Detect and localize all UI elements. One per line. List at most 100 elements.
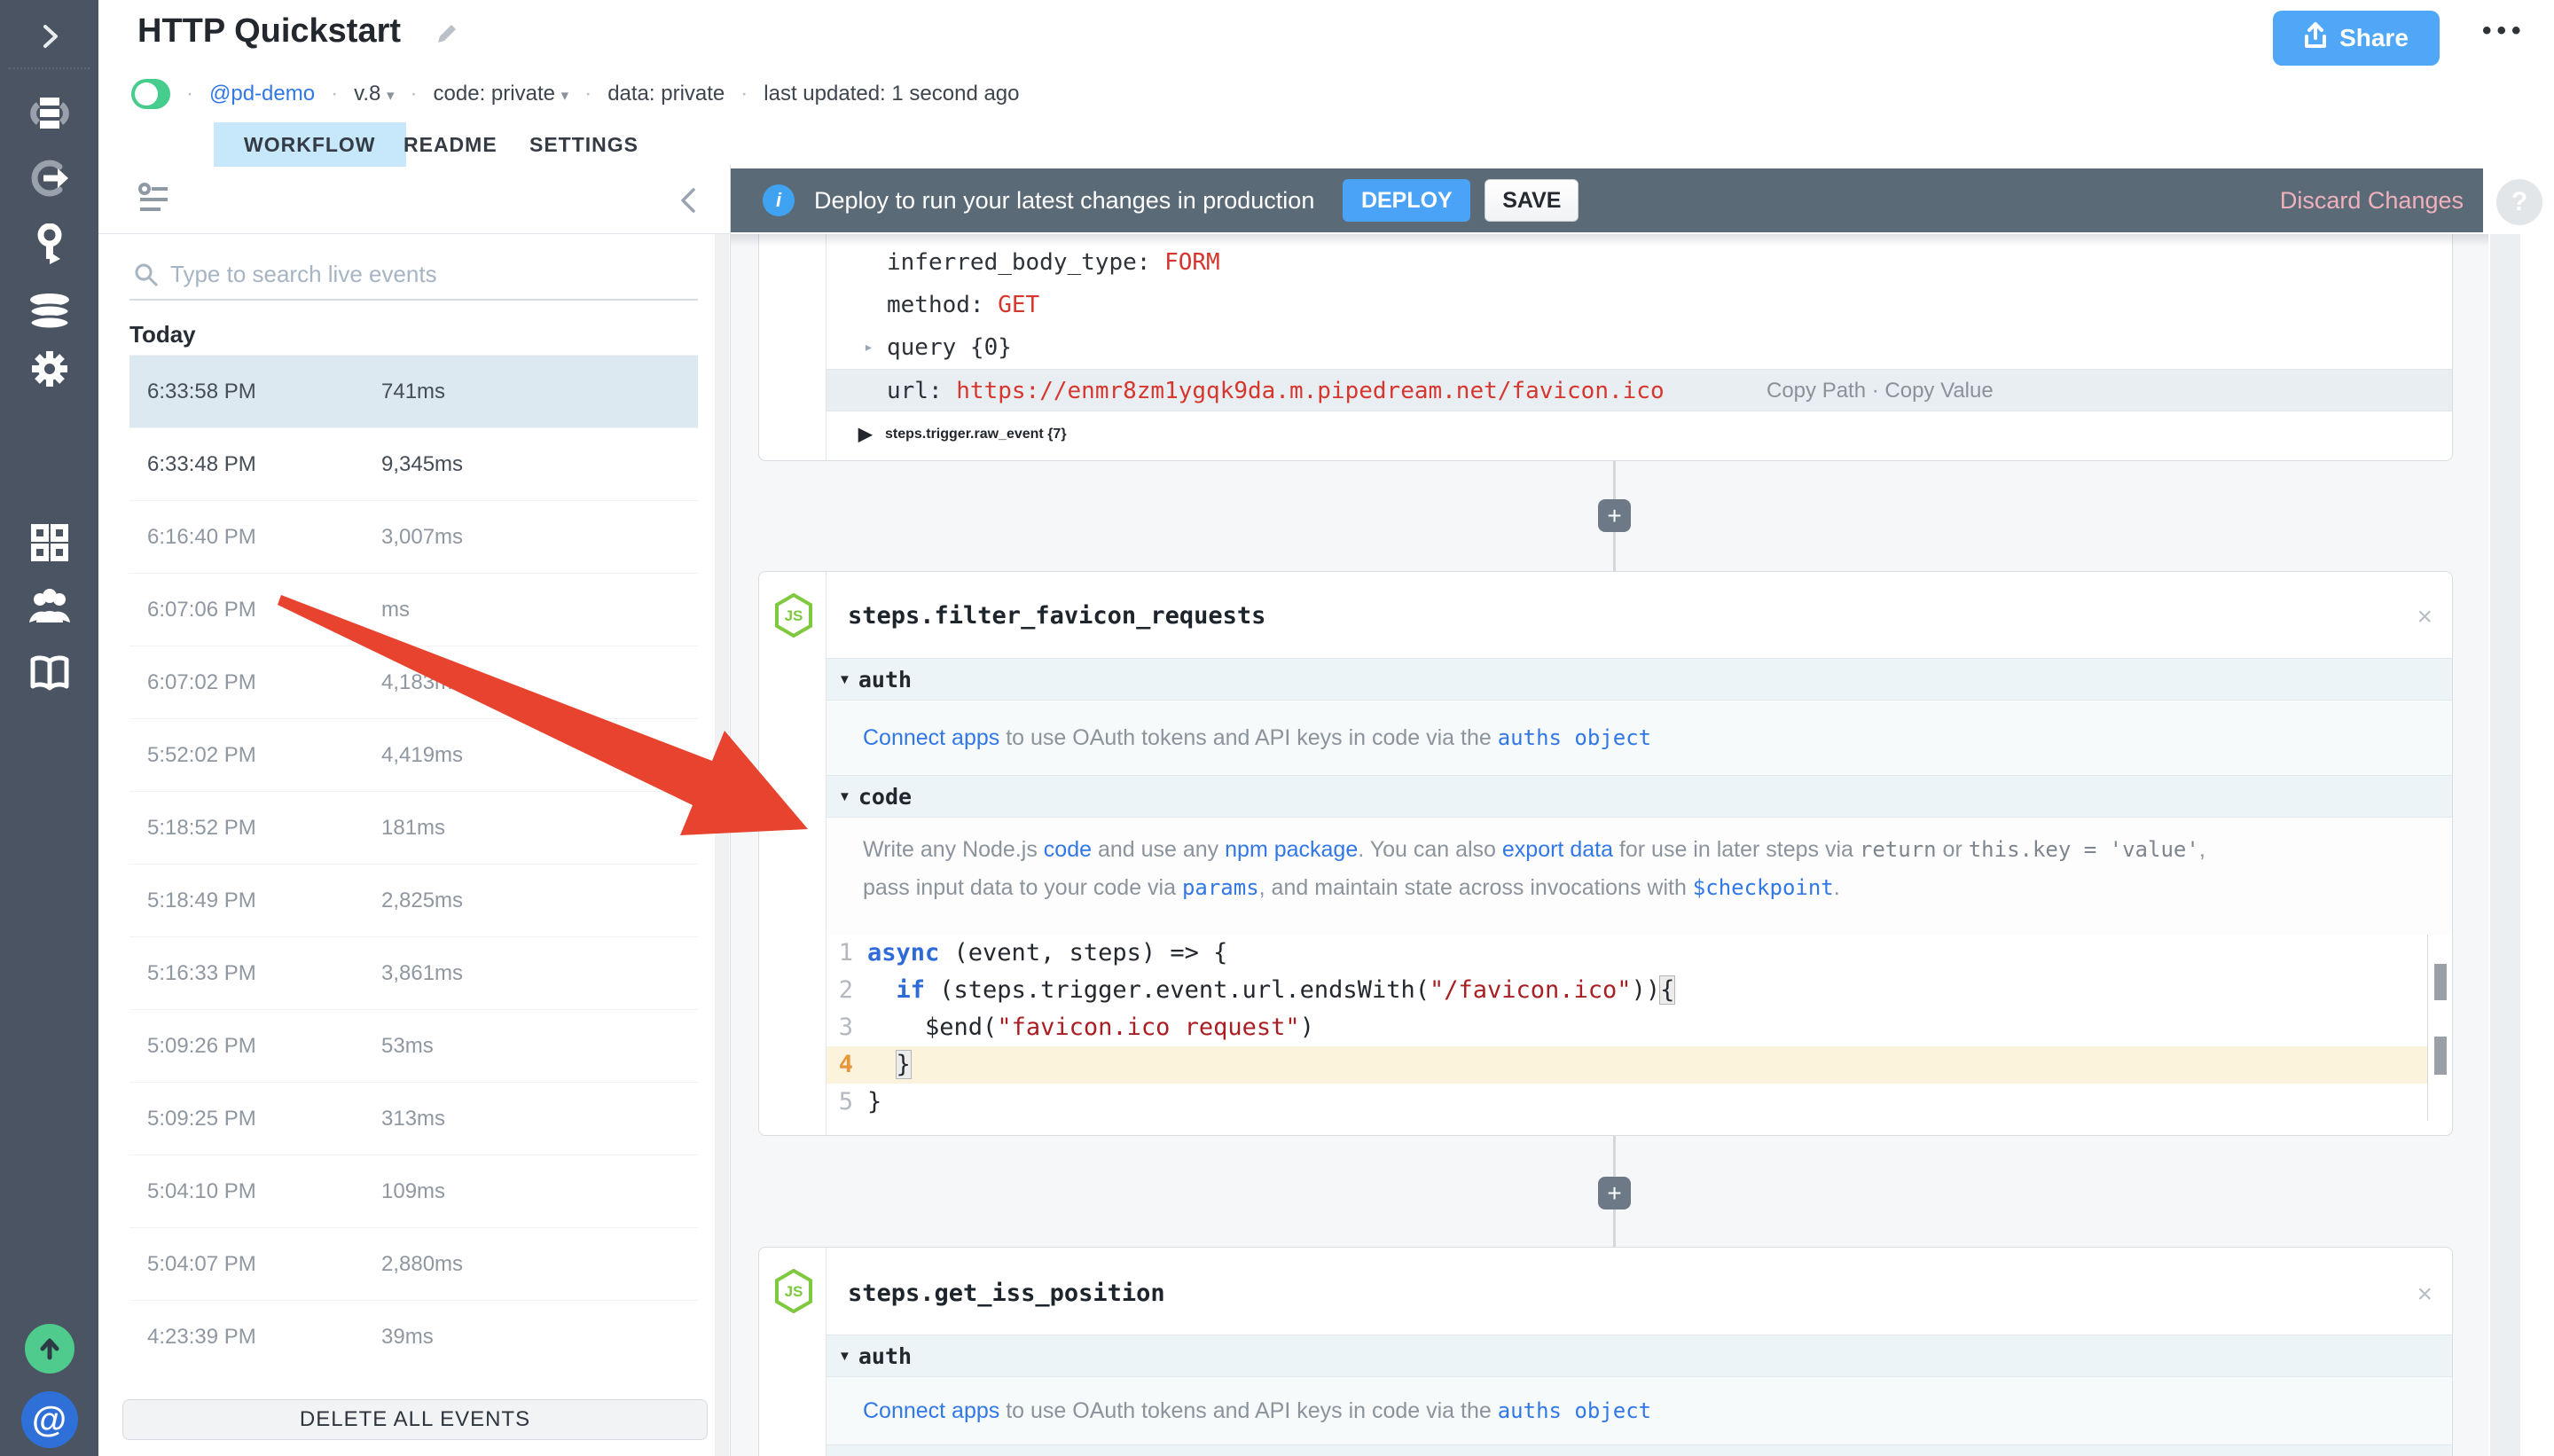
event-list-item[interactable]: 6:07:02 PM4,183ms — [129, 646, 698, 718]
people-icon[interactable] — [0, 589, 98, 624]
event-list-item[interactable]: 6:33:58 PM741ms — [129, 355, 698, 427]
close-icon[interactable]: × — [2417, 1281, 2433, 1308]
event-list-item[interactable]: 5:18:52 PM181ms — [129, 791, 698, 864]
result-row[interactable]: url: https://enmr8zm1ygqk9da.m.pipedream… — [827, 369, 2452, 411]
result-row[interactable]: ▸query {0} — [827, 326, 2452, 369]
event-list-item[interactable]: 5:09:26 PM53ms — [129, 1009, 698, 1082]
event-list: 6:33:58 PM741ms6:33:48 PM9,345ms6:16:40 … — [129, 355, 698, 1373]
search-underline — [129, 299, 698, 301]
account-avatar[interactable]: @ — [21, 1391, 78, 1448]
owner-link[interactable]: @pd-demo — [209, 82, 315, 106]
result-row[interactable]: method: GET — [827, 284, 2452, 326]
collapse-triangle-icon: ▼ — [838, 789, 851, 804]
data-privacy-label: data: private — [607, 82, 725, 106]
code-line[interactable]: 5} — [827, 1084, 2427, 1121]
expand-chevron-icon[interactable] — [0, 21, 98, 51]
version-dropdown[interactable]: v.8 ▾ — [354, 82, 394, 106]
code-description-line[interactable]: pass input data to your code via params,… — [827, 875, 2452, 901]
dot-separator: · — [584, 82, 591, 106]
collapse-panel-icon[interactable] — [678, 186, 698, 219]
chevron-down-icon: ▾ — [561, 87, 569, 104]
auth-section-header[interactable]: ▼ auth — [827, 658, 2452, 701]
deployed-toggle[interactable] — [131, 79, 170, 109]
search-icon — [133, 262, 160, 293]
expand-arrow-icon[interactable]: ▸ — [864, 326, 874, 369]
settings-gear-icon[interactable] — [0, 348, 98, 390]
nodejs-icon: JS — [773, 1269, 814, 1313]
key-icon[interactable] — [0, 223, 98, 266]
raw-event-row[interactable]: ▶ steps.trigger.raw_event {7} — [827, 413, 2452, 456]
workflows-icon[interactable] — [0, 94, 98, 133]
event-list-item[interactable]: 6:07:06 PMms — [129, 573, 698, 646]
database-icon[interactable] — [0, 293, 98, 330]
event-list-item[interactable]: 6:33:48 PM9,345ms — [129, 427, 698, 500]
code-line[interactable]: 1async (event, steps) => { — [827, 935, 2427, 972]
event-list-item[interactable]: 5:52:02 PM4,419ms — [129, 718, 698, 791]
share-icon — [2304, 22, 2327, 55]
add-step-button[interactable]: + — [1598, 1177, 1631, 1209]
result-row[interactable]: inferred_body_type: FORM — [827, 241, 2452, 284]
auth-section-body: Connect apps to use OAuth tokens and API… — [827, 1377, 2452, 1444]
auth-section-header[interactable]: ▼ auth — [827, 1335, 2452, 1377]
expand-arrow-icon[interactable]: ▶ — [858, 413, 872, 456]
close-icon[interactable]: × — [2417, 604, 2433, 630]
edit-title-pencil-icon[interactable] — [433, 20, 461, 52]
code-line[interactable]: 3 $end("favicon.ico request") — [827, 1009, 2427, 1046]
events-group-label: Today — [129, 321, 196, 348]
events-scrollbar-track[interactable] — [715, 234, 729, 1456]
step-card-filter-favicon-requests: JS steps.filter_favicon_requests × ▼ aut… — [758, 571, 2453, 1136]
step-card-get-iss-position: JS steps.get_iss_position × ▼ auth Conne… — [758, 1247, 2453, 1456]
code-section-header-partial[interactable]: ▼ code — [827, 1444, 2452, 1456]
code-description-line[interactable]: Write any Node.js code and use any npm p… — [827, 837, 2452, 863]
more-options-button[interactable]: ••• — [2482, 16, 2527, 46]
events-panel-header — [98, 165, 730, 234]
add-step-button[interactable]: + — [1598, 499, 1631, 532]
step-title[interactable]: steps.filter_favicon_requests — [848, 602, 1265, 630]
upgrade-icon[interactable] — [25, 1324, 74, 1374]
nodejs-icon: JS — [773, 593, 814, 638]
event-list-item[interactable]: 5:18:49 PM2,825ms — [129, 864, 698, 936]
canvas-scrollbar-track[interactable] — [2490, 234, 2520, 1456]
search-row — [129, 249, 698, 302]
code-editor[interactable]: 1async (event, steps) => {2 if (steps.tr… — [827, 935, 2452, 1121]
deploy-button[interactable]: DEPLOY — [1343, 179, 1470, 222]
event-list-item[interactable]: 5:09:25 PM313ms — [129, 1082, 698, 1155]
apps-grid-icon[interactable] — [0, 523, 98, 562]
event-list-item[interactable]: 5:16:33 PM3,861ms — [129, 936, 698, 1009]
svg-text:JS: JS — [785, 1283, 803, 1300]
code-privacy-dropdown[interactable]: code: private ▾ — [434, 82, 569, 106]
dot-separator: · — [331, 82, 338, 106]
filter-list-icon[interactable] — [137, 183, 173, 219]
event-list-item[interactable]: 6:16:40 PM3,007ms — [129, 500, 698, 573]
deploy-message: Deploy to run your latest changes in pro… — [814, 187, 1314, 215]
editor-scrollbar[interactable] — [2427, 935, 2452, 1121]
event-list-item[interactable]: 5:04:07 PM2,880ms — [129, 1227, 698, 1300]
sources-icon[interactable] — [0, 158, 98, 199]
rail-divider — [9, 67, 90, 69]
live-events-panel: Today 6:33:58 PM741ms6:33:48 PM9,345ms6:… — [98, 165, 731, 1456]
editor-scroll-thumb[interactable] — [2434, 1037, 2447, 1075]
share-button[interactable]: Share — [2273, 11, 2440, 66]
code-line[interactable]: 2 if (steps.trigger.event.url.endsWith("… — [827, 972, 2427, 1009]
search-input[interactable] — [170, 249, 693, 299]
editor-scroll-thumb[interactable] — [2434, 964, 2447, 1000]
code-line[interactable]: 4 } — [827, 1046, 2427, 1084]
collapse-triangle-icon: ▼ — [838, 672, 851, 687]
save-button[interactable]: SAVE — [1485, 179, 1579, 222]
event-list-item[interactable]: 4:23:39 PM39ms — [129, 1300, 698, 1373]
event-list-item[interactable]: 5:04:10 PM109ms — [129, 1155, 698, 1227]
dot-separator: · — [740, 82, 748, 106]
connect-apps-text[interactable]: Connect apps to use OAuth tokens and API… — [827, 1398, 1651, 1424]
code-lines[interactable]: 1async (event, steps) => {2 if (steps.tr… — [827, 935, 2427, 1121]
code-section-header[interactable]: ▼ code — [827, 775, 2452, 818]
tab-settings[interactable]: SETTINGS — [499, 122, 669, 167]
step-title[interactable]: steps.get_iss_position — [848, 1280, 1165, 1307]
collapse-triangle-icon: ▼ — [838, 1349, 851, 1364]
docs-book-icon[interactable] — [0, 654, 98, 692]
delete-all-events-button[interactable]: DELETE ALL EVENTS — [122, 1399, 708, 1440]
svg-text:JS: JS — [785, 607, 803, 624]
connect-apps-text[interactable]: Connect apps to use OAuth tokens and API… — [827, 725, 1651, 751]
help-button[interactable]: ? — [2496, 179, 2542, 225]
discard-changes-button[interactable]: Discard Changes — [2280, 168, 2464, 232]
copy-path-copy-value[interactable]: Copy Path · Copy Value — [1767, 370, 1994, 412]
